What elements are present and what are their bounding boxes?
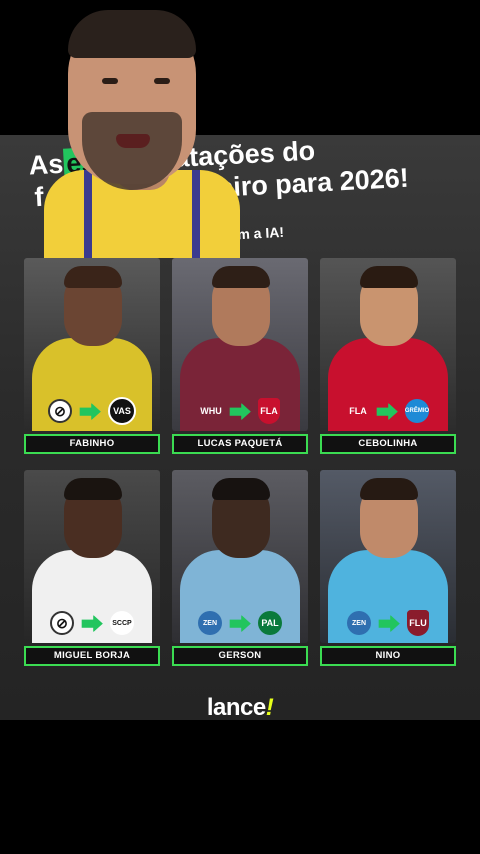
club-crest-icon: PAL — [258, 611, 282, 635]
lance-logo: lance! — [206, 694, 274, 721]
player-name: MIGUEL BORJA — [24, 646, 160, 666]
player-photo: FLA ⮕ GRÊMIO — [320, 258, 456, 431]
transfer-badges: ZEN ⮕ PAL — [172, 609, 308, 637]
player-name: NINO — [320, 646, 456, 666]
club-crest-icon: ZEN — [198, 611, 222, 635]
player-name: GERSON — [172, 646, 308, 666]
transfer-badges: ⊘ ⮕ VAS — [24, 397, 160, 425]
player-card[interactable]: ZEN ⮕ PAL GERSON — [172, 470, 308, 666]
player-photo: WHU ⮕ FLA — [172, 258, 308, 431]
transfer-arrow-icon: ⮕ — [80, 612, 103, 637]
player-card[interactable]: ⊘ ⮕ VAS FABINHO — [24, 258, 160, 454]
club-crest-icon: FLA — [258, 398, 280, 424]
transfer-badges: ZEN ⮕ FLU — [320, 609, 456, 637]
transfer-arrow-icon: ⮕ — [78, 400, 101, 425]
transfer-badges: FLA ⮕ GRÊMIO — [320, 397, 456, 425]
club-crest-icon: WHU — [200, 398, 222, 424]
transfer-badges: WHU ⮕ FLA — [172, 397, 308, 425]
no-club-icon: ⊘ — [48, 399, 72, 423]
player-photo: ZEN ⮕ PAL — [172, 470, 308, 643]
player-name: LUCAS PAQUETÁ — [172, 434, 308, 454]
club-crest-icon: ZEN — [347, 611, 371, 635]
player-card[interactable]: ⊘ ⮕ SCCP MIGUEL BORJA — [24, 470, 160, 666]
no-club-icon: ⊘ — [50, 611, 74, 635]
transfer-arrow-icon: ⮕ — [377, 612, 400, 637]
transfer-arrow-icon: ⮕ — [375, 400, 398, 425]
club-crest-icon: GRÊMIO — [405, 399, 429, 423]
player-photo: ZEN ⮕ FLU — [320, 470, 456, 643]
transfer-badges: ⊘ ⮕ SCCP — [24, 609, 160, 637]
player-card[interactable]: ZEN ⮕ FLU NINO — [320, 470, 456, 666]
player-card[interactable]: FLA ⮕ GRÊMIO CEBOLINHA — [320, 258, 456, 454]
player-name: FABINHO — [24, 434, 160, 454]
player-name: CEBOLINHA — [320, 434, 456, 454]
player-photo: ⊘ ⮕ SCCP — [24, 470, 160, 643]
player-card[interactable]: WHU ⮕ FLA LUCAS PAQUETÁ — [172, 258, 308, 454]
club-crest-icon: FLA — [347, 398, 369, 424]
presenter-cutout — [44, 0, 240, 258]
transfer-arrow-icon: ⮕ — [228, 612, 251, 637]
club-crest-icon: VAS — [108, 397, 136, 425]
transfer-arrow-icon: ⮕ — [228, 400, 251, 425]
club-crest-icon: SCCP — [110, 611, 134, 635]
player-photo: ⊘ ⮕ VAS — [24, 258, 160, 431]
club-crest-icon: FLU — [407, 610, 429, 636]
